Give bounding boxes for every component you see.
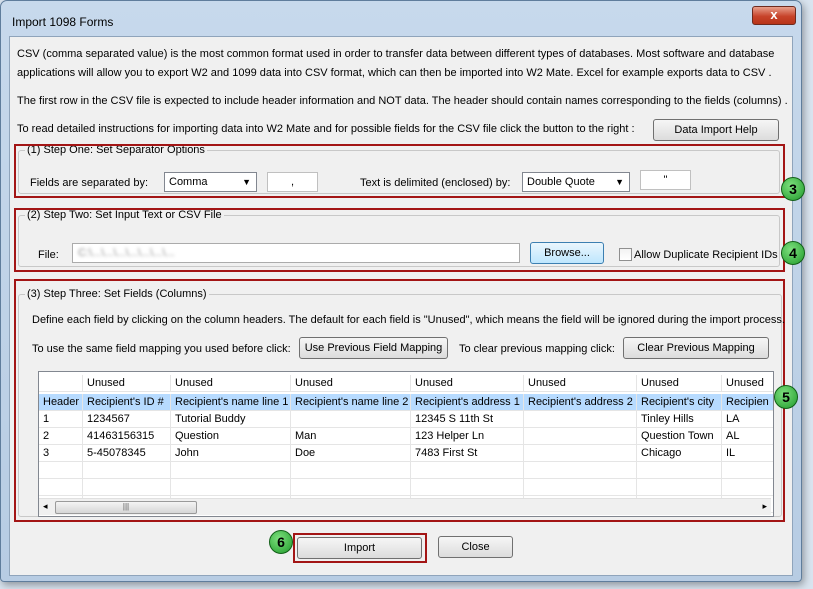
column-mapping-header[interactable]: Unused bbox=[524, 375, 637, 392]
separated-by-label: Fields are separated by: bbox=[30, 177, 149, 189]
column-mapping-header[interactable]: Unused bbox=[637, 375, 722, 392]
empty-cell bbox=[171, 479, 291, 496]
allow-duplicate-label: Allow Duplicate Recipient IDs bbox=[634, 249, 778, 261]
empty-cell bbox=[637, 462, 722, 479]
window-title: Import 1098 Forms bbox=[12, 15, 114, 29]
table-cell: 1 bbox=[39, 411, 83, 428]
intro-line-2: applications will allow you to export W2… bbox=[17, 67, 772, 79]
dialog-client-area: CSV (comma separated value) is the most … bbox=[9, 36, 793, 576]
table-cell: 12345 S 11th St bbox=[411, 411, 524, 428]
table-cell: 2 bbox=[39, 428, 83, 445]
table-cell: AL bbox=[722, 428, 773, 445]
step3-description: Define each field by clicking on the col… bbox=[32, 314, 785, 326]
table-cell: 5-45078345 bbox=[83, 445, 171, 462]
table-cell: IL bbox=[722, 445, 773, 462]
header-row-cell: Recipient's ID # bbox=[83, 394, 171, 411]
empty-cell bbox=[524, 479, 637, 496]
header-row-cell: Recipient's address 1 bbox=[411, 394, 524, 411]
table-cell: 123 Helper Ln bbox=[411, 428, 524, 445]
empty-cell bbox=[83, 462, 171, 479]
empty-cell bbox=[524, 462, 637, 479]
empty-cell bbox=[171, 462, 291, 479]
csv-data-grid: Header Unused Recipient's ID # Unused Recipi… bbox=[38, 371, 774, 517]
empty-cell bbox=[637, 479, 722, 496]
empty-cell bbox=[411, 479, 524, 496]
intro-line-4: To read detailed instructions for import… bbox=[17, 123, 635, 135]
header-row-cell: Recipien bbox=[722, 394, 773, 411]
column-mapping-header[interactable]: Unused bbox=[411, 375, 524, 392]
table-cell: Question bbox=[171, 428, 291, 445]
window-close-button[interactable]: x bbox=[752, 6, 796, 25]
empty-cell bbox=[39, 479, 83, 496]
table-cell: 1234567 bbox=[83, 411, 171, 428]
table-cell: LA bbox=[722, 411, 773, 428]
file-label: File: bbox=[38, 249, 59, 261]
empty-cell bbox=[83, 479, 171, 496]
step4-number-badge: 4 bbox=[781, 241, 805, 265]
column-mapping-header[interactable]: Unused bbox=[291, 375, 411, 392]
intro-line-3: The first row in the CSV file is expecte… bbox=[17, 95, 788, 107]
empty-cell bbox=[39, 462, 83, 479]
table-cell: 7483 First St bbox=[411, 445, 524, 462]
chevron-down-icon: ▼ bbox=[242, 177, 251, 187]
browse-button[interactable]: Browse... bbox=[530, 242, 604, 264]
column-mapping-header[interactable]: Unused bbox=[722, 375, 773, 392]
separator-select[interactable]: Comma ▼ bbox=[164, 172, 257, 192]
file-path-value: C:\...\...\...\...\...\...\... bbox=[78, 247, 175, 259]
allow-duplicate-checkbox[interactable] bbox=[619, 248, 632, 261]
delimiter-char-field[interactable]: " bbox=[640, 170, 691, 190]
same-mapping-label: To use the same field mapping you used b… bbox=[32, 343, 291, 355]
table-cell: 3 bbox=[39, 445, 83, 462]
table-cell bbox=[524, 411, 637, 428]
header-row-cell: Recipient's city bbox=[637, 394, 722, 411]
empty-cell bbox=[411, 462, 524, 479]
column-mapping-header bbox=[39, 375, 83, 392]
delimiter-select-value: Double Quote bbox=[527, 176, 595, 188]
delimiter-select[interactable]: Double Quote ▼ bbox=[522, 172, 630, 192]
column-mapping-header[interactable]: Unused bbox=[171, 375, 291, 392]
separator-select-value: Comma bbox=[169, 176, 208, 188]
import-button[interactable]: Import bbox=[297, 537, 422, 559]
header-row-cell: Header bbox=[39, 394, 83, 411]
chevron-down-icon: ▼ bbox=[615, 177, 624, 187]
delimited-by-label: Text is delimited (enclosed) by: bbox=[360, 177, 511, 189]
empty-cell bbox=[722, 462, 773, 479]
scrollbar-thumb[interactable]: ||| bbox=[55, 501, 197, 514]
table-cell bbox=[524, 428, 637, 445]
clear-mapping-label: To clear previous mapping click: bbox=[459, 343, 615, 355]
empty-cell bbox=[291, 479, 411, 496]
header-row-cell: Recipient's name line 1 bbox=[171, 394, 291, 411]
table-cell: Man bbox=[291, 428, 411, 445]
empty-cell bbox=[722, 479, 773, 496]
step6-number-badge: 6 bbox=[269, 530, 293, 554]
import-dialog-window: Import 1098 Forms x CSV (comma separated… bbox=[0, 0, 805, 582]
scroll-left-icon[interactable]: ◂ bbox=[43, 501, 48, 512]
horizontal-scrollbar[interactable]: ◂ ||| ▸ bbox=[39, 498, 771, 515]
table-cell bbox=[291, 411, 411, 428]
table-cell: Chicago bbox=[637, 445, 722, 462]
header-row-cell: Recipient's name line 2 bbox=[291, 394, 411, 411]
file-path-input[interactable]: C:\...\...\...\...\...\...\... bbox=[72, 243, 520, 263]
step3-number-badge: 3 bbox=[781, 177, 805, 201]
use-previous-mapping-button[interactable]: Use Previous Field Mapping bbox=[299, 337, 448, 359]
scroll-right-icon[interactable]: ▸ bbox=[762, 501, 767, 512]
clear-previous-mapping-button[interactable]: Clear Previous Mapping bbox=[623, 337, 769, 359]
data-import-help-button[interactable]: Data Import Help bbox=[653, 119, 779, 141]
separator-char-field[interactable]: , bbox=[267, 172, 318, 192]
table-cell: John bbox=[171, 445, 291, 462]
table-cell: Doe bbox=[291, 445, 411, 462]
table-cell bbox=[524, 445, 637, 462]
table-cell: Tutorial Buddy bbox=[171, 411, 291, 428]
column-mapping-header[interactable]: Unused bbox=[83, 375, 171, 392]
header-row-cell: Recipient's address 2 bbox=[524, 394, 637, 411]
table-cell: Question Town bbox=[637, 428, 722, 445]
table-cell: 41463156315 bbox=[83, 428, 171, 445]
intro-line-1: CSV (comma separated value) is the most … bbox=[17, 48, 775, 60]
table-cell: Tinley Hills bbox=[637, 411, 722, 428]
step5-number-badge: 5 bbox=[774, 385, 798, 409]
empty-cell bbox=[291, 462, 411, 479]
close-button[interactable]: Close bbox=[438, 536, 513, 558]
